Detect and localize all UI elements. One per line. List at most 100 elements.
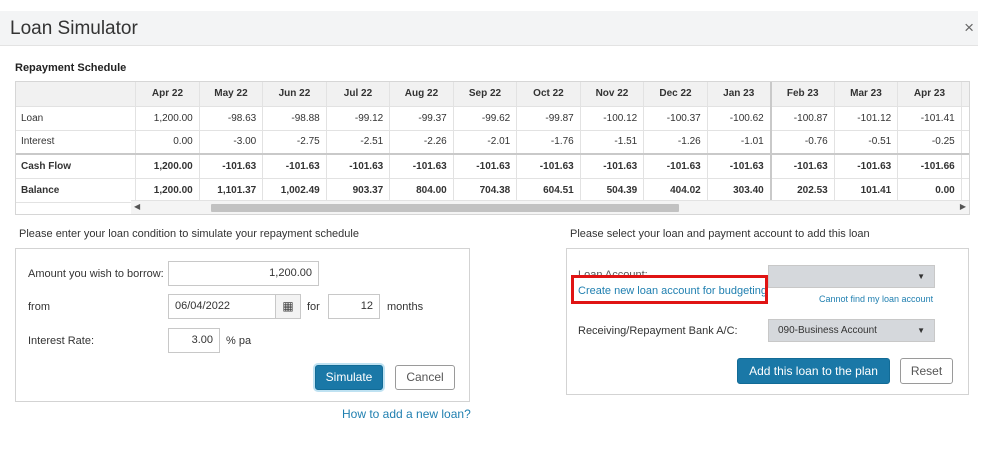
table-cell: -101.63	[834, 153, 899, 179]
month-header: Aug 22	[389, 82, 454, 107]
rate-label: Interest Rate:	[28, 335, 95, 347]
table-cell: -101.63	[389, 153, 454, 179]
simulate-caption: Please enter your loan condition to simu…	[19, 228, 359, 240]
table-cell: 0.00	[135, 130, 200, 155]
add-loan-panel: Loan Account: ▼ Create new loan account …	[566, 248, 969, 395]
table-cell: -98.63	[199, 106, 264, 131]
table-cell: -101.63	[199, 153, 264, 179]
add-loan-button[interactable]: Add this loan to the plan	[737, 358, 890, 384]
table-cell	[961, 130, 969, 155]
table-row: Loan 1,200.00 -98.63 -98.88 -99.12 -99.37 -99.…	[16, 106, 969, 131]
table-cell: -101.63	[453, 153, 518, 179]
row-label: Cash Flow	[16, 153, 137, 179]
table-cell: 1,200.00	[135, 106, 200, 131]
month-header: Apr 23	[897, 82, 962, 107]
simulate-panel: Amount you wish to borrow: 1,200.00 from…	[15, 248, 470, 402]
table-cell: -101.63	[643, 153, 708, 179]
reset-button[interactable]: Reset	[900, 358, 953, 384]
borrow-amount-input[interactable]: 1,200.00	[168, 261, 319, 286]
table-cell: -101.41	[897, 106, 962, 131]
month-header: Jun 22	[262, 82, 327, 107]
table-cell: 1,200.00	[135, 178, 200, 203]
repayment-schedule-table: Apr 22 May 22 Jun 22 Jul 22 Aug 22 Sep 22 Oct …	[15, 81, 970, 215]
month-header: Jul 22	[326, 82, 391, 107]
table-cell: -99.37	[389, 106, 454, 131]
table-cell: -100.37	[643, 106, 708, 131]
table-cell: 1,200.00	[135, 153, 200, 179]
table-cell: -101.12	[834, 106, 899, 131]
add-loan-caption: Please select your loan and payment acco…	[570, 228, 870, 240]
calendar-icon[interactable]: ▦	[275, 294, 301, 319]
chevron-down-icon: ▼	[917, 326, 925, 335]
month-header: Mar 23	[834, 82, 899, 107]
month-header: Apr 22	[135, 82, 200, 107]
row-label: Loan	[16, 106, 137, 131]
schedule-grid: Apr 22 May 22 Jun 22 Jul 22 Aug 22 Sep 22 Oct …	[16, 82, 969, 203]
interest-rate-input[interactable]: 3.00	[168, 328, 220, 353]
table-cell: 504.39	[580, 178, 645, 203]
cancel-button[interactable]: Cancel	[395, 365, 455, 390]
month-header: Nov 22	[580, 82, 645, 107]
table-cell: 101.41	[834, 178, 899, 203]
month-header: May 23	[961, 82, 969, 107]
table-cell: -101.63	[516, 153, 581, 179]
simulate-button[interactable]: Simulate	[315, 365, 383, 390]
table-cell: 0.00	[897, 178, 962, 203]
table-cell: -2.01	[453, 130, 518, 155]
table-cell: -101.63	[580, 153, 645, 179]
month-header: Oct 22	[516, 82, 581, 107]
table-row: Balance 1,200.00 1,101.37 1,002.49 903.37 804…	[16, 178, 969, 203]
table-cell: -99.62	[453, 106, 518, 131]
loan-account-select[interactable]: ▼	[768, 265, 935, 288]
highlight-box	[571, 275, 768, 304]
bank-account-value: 090-Business Account	[778, 325, 877, 336]
months-input[interactable]: 12	[328, 294, 380, 319]
close-icon[interactable]: ×	[964, 18, 974, 38]
table-cell: -2.75	[262, 130, 327, 155]
table-cell: -100.62	[707, 106, 772, 131]
cannot-find-loan-account-link[interactable]: Cannot find my loan account	[819, 294, 933, 304]
start-date-input[interactable]: 06/04/2022	[168, 294, 278, 319]
table-cell: -1.26	[643, 130, 708, 155]
table-cell: -101.66	[897, 153, 962, 179]
row-label: Balance	[16, 178, 137, 203]
row-label: Interest	[16, 130, 137, 155]
schedule-title: Repayment Schedule	[15, 62, 127, 74]
table-cell: -1.01	[707, 130, 772, 155]
table-cell: 202.53	[770, 178, 835, 203]
months-label: months	[387, 301, 424, 313]
table-cell: -98.88	[262, 106, 327, 131]
table-cell	[961, 106, 969, 131]
table-cell	[961, 153, 969, 179]
month-header: May 22	[199, 82, 264, 107]
table-cell: 804.00	[389, 178, 454, 203]
table-cell: -100.87	[770, 106, 835, 131]
scroll-left-icon[interactable]: ◀	[134, 202, 140, 211]
table-cell: -0.76	[770, 130, 835, 155]
how-to-add-loan-link[interactable]: How to add a new loan?	[342, 407, 471, 421]
table-cell: 1,101.37	[199, 178, 264, 203]
table-cell: -100.12	[580, 106, 645, 131]
table-cell: 604.51	[516, 178, 581, 203]
table-row: Cash Flow 1,200.00 -101.63 -101.63 -101.63 -1…	[16, 153, 969, 179]
rate-unit: % pa	[226, 335, 252, 347]
table-cell: -3.00	[199, 130, 264, 155]
horizontal-scrollbar[interactable]: ◀ ▶	[131, 200, 969, 214]
chevron-down-icon: ▼	[917, 272, 925, 281]
bank-account-label: Receiving/Repayment Bank A/C:	[578, 325, 738, 337]
from-label: from	[28, 301, 50, 313]
table-cell: 303.40	[707, 178, 772, 203]
for-label: for	[307, 301, 320, 313]
scrollbar-thumb[interactable]	[211, 204, 679, 212]
table-cell: -0.25	[897, 130, 962, 155]
window-titlebar: Loan Simulator ×	[0, 11, 978, 46]
table-cell: -2.51	[326, 130, 391, 155]
table-cell: 404.02	[643, 178, 708, 203]
borrow-label: Amount you wish to borrow:	[28, 268, 164, 280]
table-cell: -99.12	[326, 106, 391, 131]
scroll-right-icon[interactable]: ▶	[960, 202, 966, 211]
bank-account-select[interactable]: 090-Business Account ▼	[768, 319, 935, 342]
month-header: Feb 23	[770, 82, 835, 107]
table-cell: -1.51	[580, 130, 645, 155]
month-header: Jan 23	[707, 82, 772, 107]
